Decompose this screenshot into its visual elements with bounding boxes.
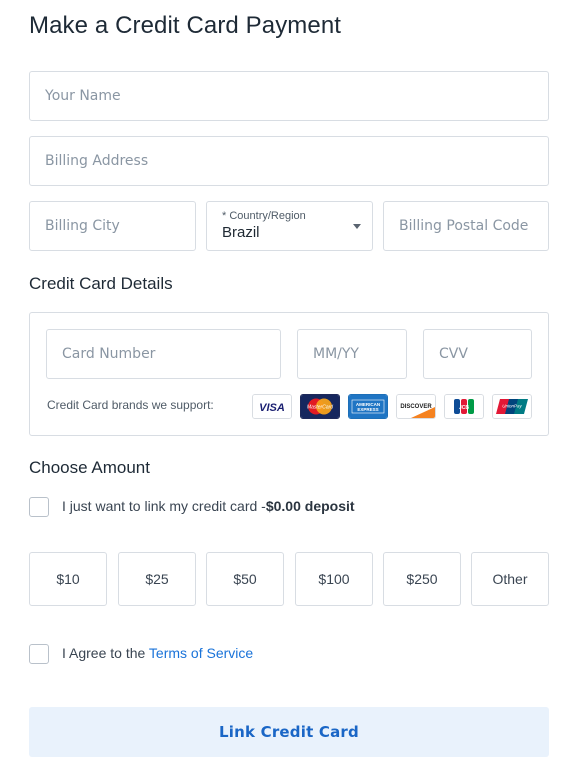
svg-text:UnionPay: UnionPay (502, 404, 522, 409)
link-only-checkbox[interactable] (29, 497, 49, 517)
amount-button-25[interactable]: $25 (118, 552, 196, 606)
brands-label: Credit Card brands we support: (47, 398, 214, 412)
cvv-wrapper (423, 329, 532, 379)
visa-icon: VISA (252, 394, 292, 419)
amount-button-50[interactable]: $50 (206, 552, 284, 606)
city-field-wrapper (29, 201, 196, 251)
country-value: Brazil (222, 224, 260, 241)
cvv-input[interactable] (424, 330, 531, 378)
card-number-input[interactable] (47, 330, 280, 378)
svg-text:EXPRESS: EXPRESS (357, 407, 378, 412)
name-field-wrapper (29, 71, 549, 121)
amount-section-title: Choose Amount (29, 458, 150, 477)
name-input[interactable] (30, 72, 548, 120)
amount-button-100[interactable]: $100 (295, 552, 373, 606)
page-title: Make a Credit Card Payment (29, 12, 342, 39)
terms-of-service-link[interactable]: Terms of Service (149, 645, 253, 661)
amount-button-10[interactable]: $10 (29, 552, 107, 606)
link-only-text: I just want to link my credit card - (62, 498, 266, 514)
jcb-icon: JCB (444, 394, 484, 419)
card-section-title: Credit Card Details (29, 274, 173, 293)
postal-field-wrapper (383, 201, 549, 251)
terms-checkbox[interactable] (29, 644, 49, 664)
deposit-amount: $0.00 deposit (265, 498, 355, 514)
svg-text:DISCOVER: DISCOVER (400, 404, 432, 410)
expiry-input[interactable] (298, 330, 406, 378)
link-only-label: I just want to link my credit card -$0.0… (62, 498, 355, 514)
unionpay-icon: UnionPay (492, 394, 532, 419)
postal-code-input[interactable] (384, 202, 548, 250)
amount-button-250[interactable]: $250 (383, 552, 461, 606)
address-field-wrapper (29, 136, 549, 186)
country-select[interactable]: * Country/Region Brazil (206, 201, 373, 251)
svg-text:VISA: VISA (259, 402, 285, 414)
discover-icon: DISCOVER (396, 394, 436, 419)
svg-text:MasterCard: MasterCard (307, 405, 333, 411)
link-credit-card-button[interactable]: Link Credit Card (29, 707, 549, 757)
expiry-wrapper (297, 329, 407, 379)
caret-down-icon (353, 224, 361, 229)
mastercard-icon: MasterCard (300, 394, 340, 419)
card-number-wrapper (46, 329, 281, 379)
terms-label: I Agree to the Terms of Service (62, 645, 253, 661)
terms-agree-text: I Agree to the (62, 645, 149, 661)
address-input[interactable] (30, 137, 548, 185)
country-label: * Country/Region (222, 210, 306, 222)
amex-icon: AMERICAN EXPRESS (348, 394, 388, 419)
amount-button-other[interactable]: Other (471, 552, 549, 606)
city-input[interactable] (30, 202, 195, 250)
country-label-text: Country/Region (229, 210, 306, 222)
svg-text:JCB: JCB (459, 405, 469, 411)
